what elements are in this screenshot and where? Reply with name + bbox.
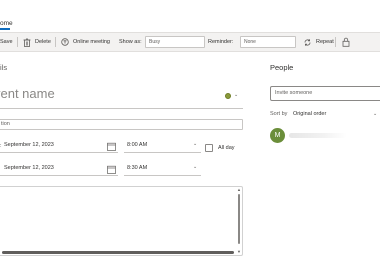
- horizontal-scrollbar[interactable]: [2, 251, 234, 254]
- start-date-input[interactable]: September 12, 2023: [4, 141, 118, 152]
- reminder-select[interactable]: None: [240, 36, 296, 48]
- event-body-editor[interactable]: [0, 186, 243, 256]
- all-day-label: All day: [218, 145, 235, 151]
- attendee-avatar[interactable]: M: [270, 128, 285, 143]
- start-label: :: [0, 143, 2, 149]
- repeat-button[interactable]: Repeat: [303, 33, 334, 51]
- delete-label: Delete: [35, 39, 51, 45]
- sort-by-value: Original order: [292, 111, 327, 117]
- calendar-icon[interactable]: [107, 142, 116, 151]
- chevron-down-icon[interactable]: ⌄: [373, 111, 377, 117]
- end-date-underline: [0, 175, 118, 176]
- sort-by-label: Sort by: [270, 111, 288, 117]
- repeat-label: Repeat: [316, 39, 334, 45]
- end-date-input[interactable]: September 12, 2023: [4, 164, 118, 175]
- toolbar-divider: [17, 37, 18, 47]
- scroll-up-arrow[interactable]: ▲: [237, 187, 241, 192]
- repeat-icon: [304, 38, 311, 46]
- tab-home[interactable]: ome: [0, 20, 13, 27]
- start-time-select[interactable]: 8:00 AM: [124, 141, 200, 152]
- scroll-down-arrow[interactable]: ▼: [237, 249, 241, 254]
- all-day-checkbox[interactable]: [205, 144, 213, 152]
- show-as-label: Show as:: [119, 33, 142, 51]
- teams-icon: [61, 38, 69, 46]
- chevron-down-icon[interactable]: ⌄: [234, 92, 238, 98]
- location-input[interactable]: tion: [0, 119, 243, 130]
- toolbar-divider: [335, 37, 336, 47]
- chevron-down-icon[interactable]: ⌄: [193, 164, 197, 170]
- reminder-label: Reminder:: [208, 33, 233, 51]
- event-name-underline: [0, 108, 243, 109]
- ribbon-tab-bar: ome: [0, 0, 380, 32]
- busy-status-icon[interactable]: [225, 93, 231, 99]
- lock-button[interactable]: [342, 33, 350, 51]
- online-meeting-button[interactable]: Online meeting: [61, 33, 110, 51]
- chevron-down-icon[interactable]: ⌄: [193, 141, 197, 147]
- reminder-text: Reminder:: [208, 39, 234, 45]
- save-label: Save: [0, 39, 13, 45]
- sort-by-control[interactable]: Sort by Original order: [270, 111, 326, 117]
- vertical-scrollbar-thumb[interactable]: [238, 194, 240, 244]
- show-as-text: Show as:: [119, 39, 142, 45]
- event-name-input[interactable]: vent name: [0, 86, 55, 101]
- details-section-title: ils: [0, 63, 8, 72]
- attendee-name-redacted: [289, 133, 347, 138]
- end-time-select[interactable]: 8:30 AM: [124, 164, 200, 175]
- people-section-title: People: [270, 63, 294, 72]
- show-as-select[interactable]: Busy: [145, 36, 205, 48]
- toolbar: Save Delete Online meeting Show as: Busy…: [0, 32, 380, 52]
- start-time-underline: [124, 152, 201, 153]
- calendar-icon[interactable]: [107, 165, 116, 174]
- end-time-underline: [124, 175, 201, 176]
- delete-button[interactable]: Delete: [23, 33, 51, 51]
- start-date-underline: [0, 152, 118, 153]
- lock-icon: [342, 37, 350, 47]
- online-meeting-label: Online meeting: [73, 39, 110, 45]
- invite-someone-input[interactable]: Invite someone: [270, 86, 380, 101]
- toolbar-divider: [55, 37, 56, 47]
- save-button[interactable]: Save: [0, 33, 13, 51]
- trash-icon: [23, 38, 31, 47]
- tab-home-underline: [0, 28, 10, 30]
